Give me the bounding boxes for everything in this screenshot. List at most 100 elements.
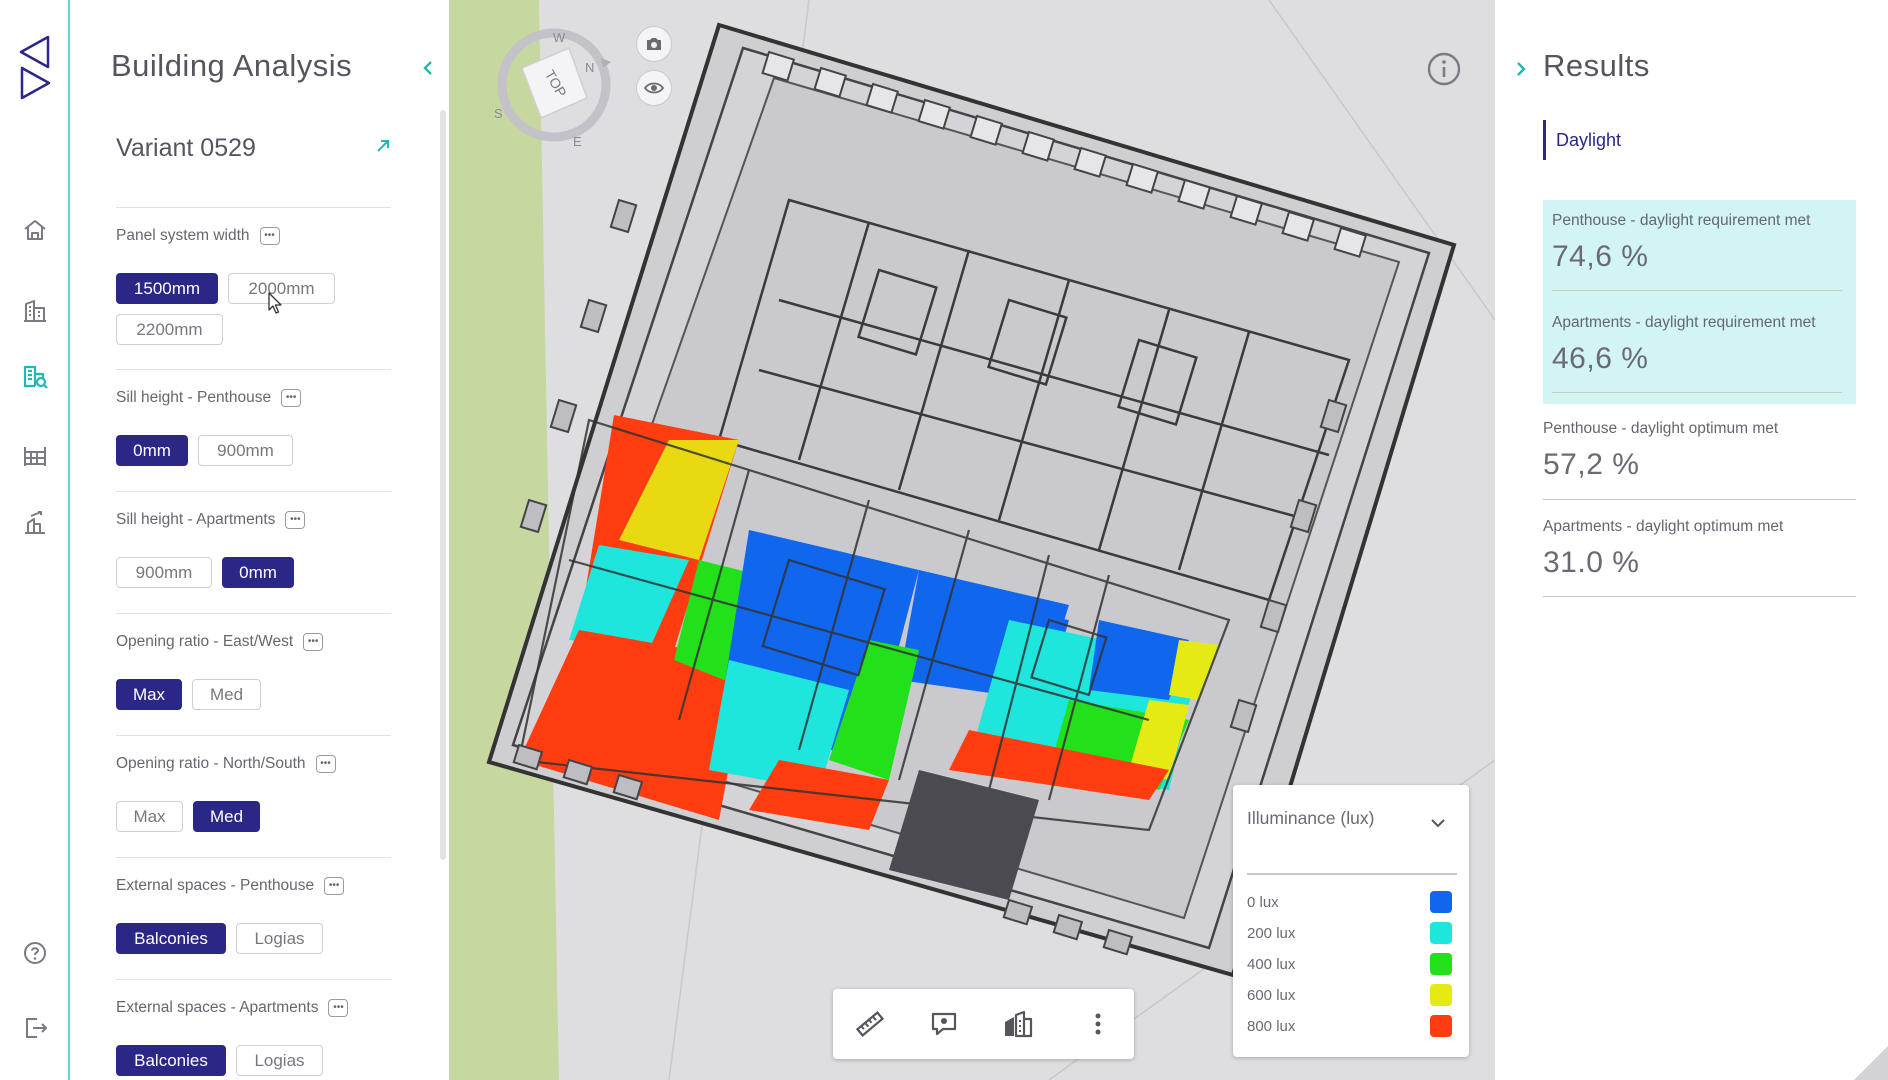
more-options-icon[interactable]: ••• <box>259 227 280 245</box>
rail-building-analysis-button[interactable] <box>17 358 53 394</box>
legend-swatch <box>1430 984 1452 1006</box>
screenshot-button[interactable] <box>636 26 672 62</box>
comment-view-icon <box>931 1012 957 1036</box>
more-options-icon[interactable]: ••• <box>303 633 324 651</box>
results-panel: Results Daylight Penthouse - daylight re… <box>1495 0 1888 1080</box>
metric-divider <box>1543 499 1856 500</box>
legend-swatch <box>1430 953 1452 975</box>
eye-icon <box>643 82 665 94</box>
rail-site-button[interactable] <box>17 505 53 541</box>
legend-item: 400 lux <box>1247 952 1452 976</box>
option-med[interactable]: Med <box>193 801 260 832</box>
view-cube-compass[interactable]: TOP N W S E <box>489 20 619 150</box>
collapse-panel-icon[interactable] <box>416 56 440 80</box>
option-1500mm[interactable]: 1500mm <box>116 273 218 304</box>
option-logias[interactable]: Logias <box>236 1045 323 1076</box>
more-options-icon[interactable]: ••• <box>285 511 306 529</box>
more-options-icon[interactable]: ••• <box>315 755 336 773</box>
rail-help-button[interactable] <box>17 935 53 971</box>
rail-facade-button[interactable] <box>17 438 53 474</box>
metric-label: Apartments - daylight requirement met <box>1552 314 1816 331</box>
chevron-down-icon[interactable] <box>1428 813 1448 833</box>
more-options-icon[interactable]: ••• <box>324 877 345 895</box>
compass-east-label: E <box>573 134 582 149</box>
visibility-button[interactable] <box>636 70 672 106</box>
camera-icon <box>647 38 661 50</box>
help-icon <box>24 942 46 964</box>
option-max[interactable]: Max <box>116 679 182 710</box>
section-divider <box>116 491 391 492</box>
compass-south-label: S <box>494 106 503 121</box>
icon-rail <box>0 0 70 1080</box>
resize-corner[interactable] <box>1854 1046 1888 1080</box>
variant-name: Variant 0529 <box>116 134 256 162</box>
legend-swatch <box>1430 891 1452 913</box>
open-variant-icon[interactable] <box>372 135 394 157</box>
option-balconies[interactable]: Balconies <box>116 923 226 954</box>
3d-viewport[interactable]: TOP N W S E Illuminance (lux) 0 lux 200 … <box>449 0 1495 1080</box>
mouse-cursor-icon <box>268 292 282 314</box>
legend-swatch <box>1430 1015 1452 1037</box>
section-divider <box>116 207 391 208</box>
legend-divider <box>1247 873 1457 875</box>
ruler-icon <box>855 1011 885 1037</box>
rail-buildings-button[interactable] <box>17 293 53 329</box>
option-group-label: External spaces - Apartments <box>116 999 319 1016</box>
option-group-label: Sill height - Apartments <box>116 511 276 528</box>
section-divider <box>116 613 391 614</box>
option-2200mm[interactable]: 2200mm <box>116 314 223 345</box>
panel-title: Building Analysis <box>111 48 353 83</box>
rail-logout-button[interactable] <box>17 1010 53 1046</box>
more-options-icon[interactable]: ••• <box>281 389 302 407</box>
option-balconies[interactable]: Balconies <box>116 1045 226 1076</box>
metric-value: 31.0 % <box>1543 546 1640 579</box>
option-900mm[interactable]: 900mm <box>198 435 293 466</box>
metric-label: Penthouse - daylight optimum met <box>1543 420 1779 437</box>
metric-apartments-requirement: Apartments - daylight requirement met 46… <box>1552 314 1865 376</box>
info-icon[interactable] <box>1426 51 1462 87</box>
building-analysis-panel: Building Analysis Variant 0529 Panel sys… <box>72 0 449 1080</box>
facade-panel-icon <box>24 447 46 466</box>
scene-button[interactable] <box>1000 1006 1036 1042</box>
option-group-label: Opening ratio - North/South <box>116 755 306 772</box>
metric-divider <box>1552 290 1842 291</box>
legend-item: 200 lux <box>1247 921 1452 945</box>
rail-home-button[interactable] <box>17 212 53 248</box>
more-button[interactable] <box>1080 1006 1116 1042</box>
illuminance-legend: Illuminance (lux) 0 lux 200 lux 400 lux … <box>1233 785 1469 1057</box>
option-900mm[interactable]: 900mm <box>116 557 212 588</box>
section-divider <box>116 735 391 736</box>
legend-item-label: 200 lux <box>1247 924 1296 942</box>
option-group-label: Sill height - Penthouse <box>116 389 272 406</box>
option-max[interactable]: Max <box>116 801 183 832</box>
panel-scrollbar[interactable] <box>440 110 446 860</box>
comments-button[interactable] <box>926 1006 962 1042</box>
option-0mm[interactable]: 0mm <box>116 435 188 466</box>
option-logias[interactable]: Logias <box>236 923 323 954</box>
home-icon <box>24 220 46 240</box>
legend-item-label: 400 lux <box>1247 955 1296 973</box>
metric-value: 57,2 % <box>1543 448 1640 481</box>
metric-label: Apartments - daylight optimum met <box>1543 518 1784 535</box>
chevron-right-icon[interactable] <box>1510 58 1532 80</box>
metric-penthouse-optimum: Penthouse - daylight optimum met 57,2 % <box>1543 420 1856 482</box>
compass-west-label: W <box>553 30 566 45</box>
option-group-label: Panel system width <box>116 227 250 244</box>
option-0mm[interactable]: 0mm <box>222 557 294 588</box>
section-divider <box>116 979 391 980</box>
legend-item-label: 600 lux <box>1247 986 1296 1004</box>
option-med[interactable]: Med <box>192 679 261 710</box>
metric-value: 74,6 % <box>1552 240 1649 273</box>
legend-item: 800 lux <box>1247 1014 1452 1038</box>
viewport-toolbar <box>833 989 1134 1059</box>
measure-button[interactable] <box>852 1006 888 1042</box>
results-title: Results <box>1543 48 1650 83</box>
metric-divider <box>1543 596 1856 597</box>
more-options-icon[interactable]: ••• <box>328 999 349 1017</box>
legend-swatch <box>1430 922 1452 944</box>
logout-icon <box>26 1018 47 1038</box>
legend-title: Illuminance (lux) <box>1247 808 1375 828</box>
section-divider <box>116 369 391 370</box>
tab-daylight[interactable]: Daylight <box>1543 120 1621 160</box>
more-vertical-icon <box>1095 1013 1101 1035</box>
